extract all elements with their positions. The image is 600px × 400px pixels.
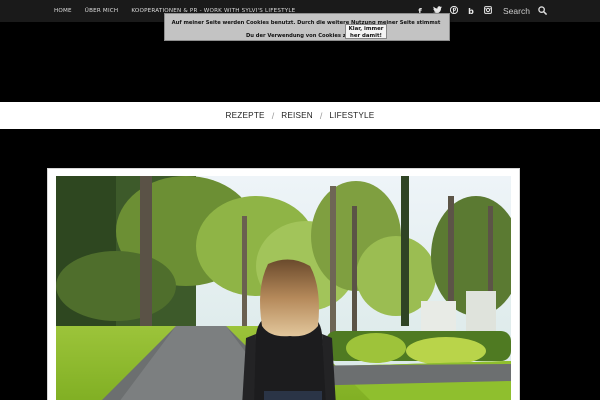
nav-item-rezepte[interactable]: REZEPTE xyxy=(226,111,265,120)
search-label[interactable]: Search xyxy=(503,6,537,16)
search-area[interactable]: Search xyxy=(503,0,547,22)
photo-woman-walking-park-icon xyxy=(56,176,511,400)
top-nav-home[interactable]: HOME xyxy=(54,8,72,14)
nav-item-reisen[interactable]: REISEN xyxy=(281,111,313,120)
accept-cookies-button[interactable]: Klar, immer her damit! xyxy=(345,24,387,39)
cookie-banner-text: Auf meiner Seite werden Cookies benutzt.… xyxy=(171,20,441,39)
nav-item-lifestyle[interactable]: LIFESTYLE xyxy=(329,111,374,120)
search-icon[interactable] xyxy=(537,2,547,20)
featured-image[interactable] xyxy=(56,176,511,400)
bloglovin-icon[interactable]: b xyxy=(467,7,475,16)
top-nav-about[interactable]: ÜBER MICH xyxy=(85,8,119,14)
main-nav: REZEPTE / REISEN / LIFESTYLE xyxy=(0,102,600,129)
nav-separator: / xyxy=(319,110,323,121)
nav-separator: / xyxy=(271,110,275,121)
cookie-banner: Auf meiner Seite werden Cookies benutzt.… xyxy=(164,13,450,41)
pinterest-icon[interactable] xyxy=(449,5,459,16)
instagram-icon[interactable] xyxy=(484,6,492,16)
